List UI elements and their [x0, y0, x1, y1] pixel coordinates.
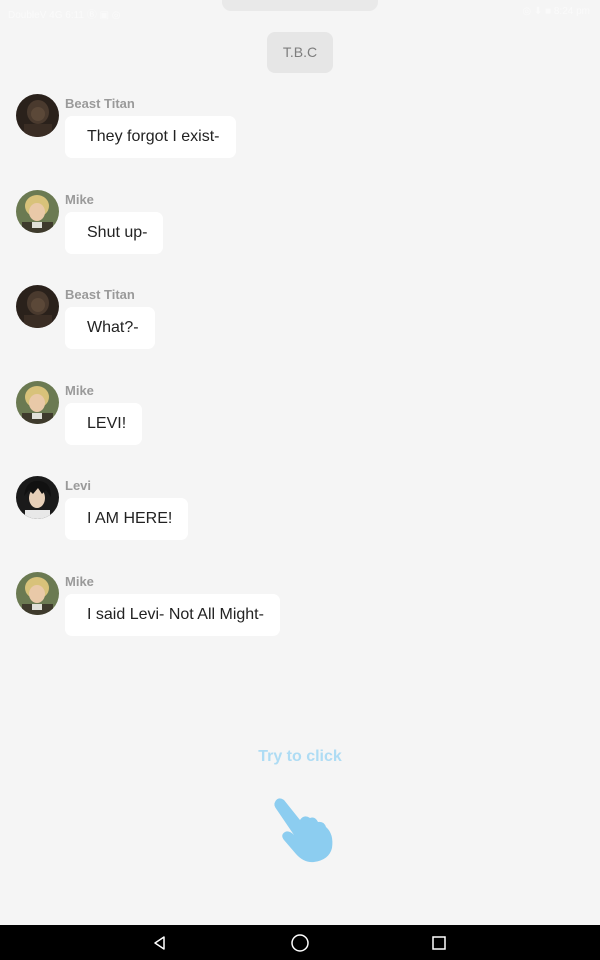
sender-name: Beast Titan [65, 287, 135, 302]
sender-name: Levi [65, 478, 92, 493]
chapter-chip: T.B.C [267, 32, 333, 73]
message-bubble[interactable]: Shut up- [65, 212, 164, 254]
home-circle-icon[interactable] [275, 925, 325, 960]
status-left-text: DoubleV 4G 6:11 Ⓑ ▣ ◎ [8, 10, 121, 21]
mike-avatar[interactable] [16, 381, 59, 424]
levi-avatar[interactable] [16, 476, 59, 519]
sender-name: Mike [65, 574, 94, 589]
navigation-bar [0, 925, 600, 960]
mike-avatar[interactable] [16, 190, 59, 233]
back-triangle-icon[interactable] [135, 925, 185, 960]
message-bubble[interactable]: They forgot I exist- [65, 116, 236, 158]
tap-hand-icon[interactable] [266, 792, 340, 866]
message-bubble[interactable]: I AM HERE! [65, 498, 189, 540]
mike-avatar[interactable] [16, 572, 59, 615]
recents-square-icon[interactable] [414, 925, 464, 960]
message-bubble[interactable]: I said Levi- Not All Might- [65, 594, 280, 636]
top-pill-handle [222, 0, 378, 11]
status-right-text: ◎ ⬇ ■ 8:24 pm [522, 6, 590, 17]
sender-name: Beast Titan [65, 96, 135, 111]
beast-titan-avatar[interactable] [16, 285, 59, 328]
try-to-click-hint[interactable]: Try to click [0, 748, 600, 766]
sender-name: Mike [65, 383, 94, 398]
sender-name: Mike [65, 192, 94, 207]
beast-titan-avatar[interactable] [16, 94, 59, 137]
message-bubble[interactable]: What?- [65, 307, 155, 349]
message-bubble[interactable]: LEVI! [65, 403, 143, 445]
